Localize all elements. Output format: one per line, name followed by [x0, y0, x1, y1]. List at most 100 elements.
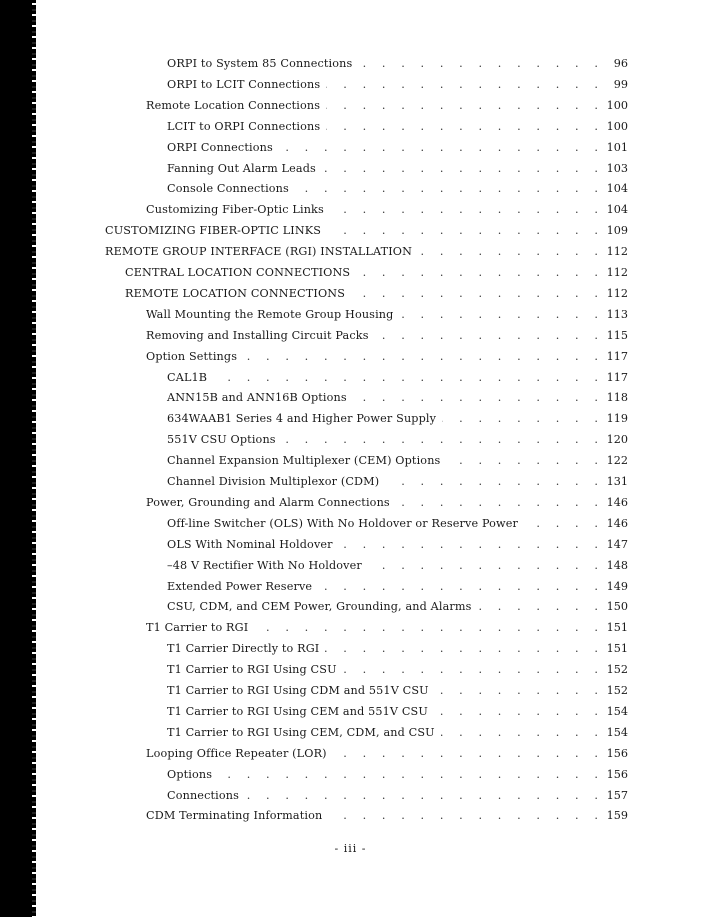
toc-entry[interactable]: LCIT to ORPI Connections . . . . . . . . …: [167, 117, 628, 137]
toc-entry-title: Power, Grounding and Alarm Connections: [146, 495, 390, 509]
toc-entry-page: 122: [606, 454, 628, 468]
toc-entry[interactable]: CENTRAL LOCATION CONNECTIONS . . . . . . …: [125, 263, 628, 283]
toc-entry-page: 157: [606, 788, 628, 802]
toc-entry-page: 113: [606, 307, 628, 321]
toc-entry[interactable]: Extended Power Reserve . . . . . . . . . …: [167, 577, 628, 597]
toc-entry[interactable]: ORPI to LCIT Connections . . . . . . . . …: [167, 75, 628, 95]
toc-leader-dots: . . . . . . . . . . . . . . . . . . . . …: [295, 182, 604, 196]
scan-border: [0, 0, 36, 917]
toc-entry[interactable]: CUSTOMIZING FIBER-OPTIC LINKS . . . . . .…: [105, 221, 628, 241]
toc-entry-page: 147: [606, 537, 628, 551]
toc-entry[interactable]: ORPI Connections . . . . . . . . . . . . …: [167, 138, 628, 158]
toc-leader-dots: . . . . . . . . . . . . . . . . . . . . …: [282, 433, 604, 447]
toc-entry[interactable]: Off-line Switcher (OLS) With No Holdover…: [167, 514, 628, 534]
toc-leader-dots: . . . . . . . . . . . . . . . . . . . . …: [326, 119, 604, 133]
toc-entry[interactable]: ORPI to System 85 Connections . . . . . .…: [167, 54, 628, 74]
toc-entry-page: 131: [606, 475, 628, 488]
toc-entry-title: Connections: [167, 788, 239, 802]
toc-entry[interactable]: T1 Carrier to RGI . . . . . . . . . . . .…: [146, 618, 628, 638]
toc-entry[interactable]: Channel Expansion Multiplexer (CEM) Opti…: [167, 451, 628, 471]
toc-leader-dots: . . . . . . . . . . . . . . . . . . . . …: [254, 621, 604, 635]
toc-entry-page: 100: [606, 98, 628, 112]
toc-leader-dots: . . . . . . . . . . . . . . . . . . . . …: [218, 767, 604, 781]
toc-entry-title: OLS With Nominal Holdover: [167, 537, 333, 551]
toc-entry-page: 118: [606, 391, 628, 405]
toc-entry-title: Option Settings: [146, 349, 238, 363]
toc-leader-dots: . . . . . . . . . . . . . . . . . . . . …: [435, 684, 604, 697]
toc-entry[interactable]: Removing and Installing Circuit Packs . .…: [146, 326, 628, 346]
toc-entry-title: Off-line Switcher (OLS) With No Holdover…: [167, 516, 519, 530]
toc-entry[interactable]: REMOTE GROUP INTERFACE (RGI) INSTALLATIO…: [105, 242, 628, 262]
toc-entry-page: 112: [606, 266, 628, 279]
toc-entry-title: T1 Carrier Directly to RGI: [167, 642, 320, 656]
toc-leader-dots: . . . . . . . . . . . . . . . . . . . . …: [524, 516, 604, 530]
toc-entry-page: 119: [606, 412, 628, 426]
toc-leader-dots: . . . . . . . . . . . . . . . . . . . . …: [368, 558, 604, 572]
toc-entry[interactable]: REMOTE LOCATION CONNECTIONS . . . . . . .…: [125, 284, 628, 304]
toc-entry-title: ORPI Connections: [167, 140, 273, 154]
toc-leader-dots: . . . . . . . . . . . . . . . . . . . . …: [326, 98, 604, 112]
toc-entry[interactable]: CSU, CDM, and CEM Power, Grounding, and …: [167, 597, 628, 617]
toc-entry[interactable]: Channel Division Multiplexor (CDM) . . . …: [167, 472, 628, 492]
toc-entry[interactable]: ANN15B and ANN16B Options . . . . . . . .…: [167, 388, 628, 408]
toc-entry[interactable]: Fanning Out Alarm Leads . . . . . . . . .…: [167, 159, 628, 179]
toc-entry[interactable]: Wall Mounting the Remote Group Housing . …: [146, 305, 628, 325]
toc-entry[interactable]: T1 Carrier Directly to RGI . . . . . . . …: [167, 639, 628, 659]
toc-entry[interactable]: T1 Carrier to RGI Using CDM and 551V CSU…: [167, 681, 628, 701]
toc-entry-page: 146: [606, 516, 628, 530]
toc-entry-title: Console Connections: [167, 182, 289, 196]
page-number: - iii -: [334, 842, 367, 855]
toc-entry-title: 551V CSU Options: [167, 433, 276, 447]
toc-leader-dots: . . . . . . . . . . . . . . . . . . . . …: [399, 307, 604, 321]
toc-entry-page: 96: [613, 57, 628, 70]
toc-entry-page: 117: [606, 349, 628, 363]
toc-entry[interactable]: Remote Location Connections . . . . . . .…: [146, 96, 628, 116]
toc-entry[interactable]: T1 Carrier to RGI Using CEM, CDM, and CS…: [167, 723, 628, 743]
toc-entry-title: Channel Division Multiplexor (CDM): [167, 475, 380, 488]
toc-entry[interactable]: Options . . . . . . . . . . . . . . . . .…: [167, 765, 628, 785]
toc-entry-title: T1 Carrier to RGI Using CSU: [167, 663, 337, 677]
toc-entry-title: ANN15B and ANN16B Options: [167, 391, 347, 405]
toc-entry[interactable]: Customizing Fiber-Optic Links . . . . . .…: [146, 200, 628, 220]
toc-entry-title: T1 Carrier to RGI Using CEM, CDM, and CS…: [167, 725, 435, 739]
toc-entry[interactable]: 634WAAB1 Series 4 and Higher Power Suppl…: [167, 409, 628, 429]
toc-entry-page: 148: [606, 558, 628, 572]
toc-entry[interactable]: Console Connections . . . . . . . . . . .…: [167, 179, 628, 199]
toc-entry[interactable]: OLS With Nominal Holdover . . . . . . . .…: [167, 535, 628, 555]
toc-leader-dots: . . . . . . . . . . . . . . . . . . . . …: [326, 77, 604, 91]
toc-leader-dots: . . . . . . . . . . . . . . . . . . . . …: [327, 224, 604, 238]
toc-entry-title: T1 Carrier to RGI: [146, 621, 249, 635]
toc-leader-dots: . . . . . . . . . . . . . . . . . . . . …: [385, 475, 604, 488]
toc-entry[interactable]: Connections . . . . . . . . . . . . . . .…: [167, 786, 628, 806]
toc-leader-dots: . . . . . . . . . . . . . . . . . . . . …: [440, 725, 604, 739]
toc-entry-title: LCIT to ORPI Connections: [167, 119, 321, 133]
toc-leader-dots: . . . . . . . . . . . . . . . . . . . . …: [325, 642, 604, 656]
toc-entry-title: Fanning Out Alarm Leads: [167, 161, 316, 175]
toc-entry[interactable]: 551V CSU Options . . . . . . . . . . . . …: [167, 430, 628, 450]
toc-entry[interactable]: T1 Carrier to RGI Using CSU . . . . . . .…: [167, 660, 628, 680]
toc-entry[interactable]: T1 Carrier to RGI Using CEM and 551V CSU…: [167, 702, 628, 722]
toc-entry-page: 115: [606, 328, 628, 342]
toc-leader-dots: . . . . . . . . . . . . . . . . . . . . …: [442, 412, 604, 426]
toc-entry-page: 152: [606, 663, 628, 677]
toc-entry[interactable]: –48 V Rectifier With No Holdover . . . . …: [167, 556, 628, 576]
toc-entry-page: 104: [606, 203, 628, 217]
toc-entry[interactable]: Looping Office Repeater (LOR) . . . . . .…: [146, 744, 628, 764]
toc-entry-title: ORPI to LCIT Connections: [167, 77, 321, 91]
toc-entry[interactable]: CDM Terminating Information . . . . . . .…: [146, 806, 628, 826]
toc-entry-title: Channel Expansion Multiplexer (CEM) Opti…: [167, 454, 441, 468]
toc-entry-title: Options: [167, 767, 213, 781]
toc-entry-page: 154: [606, 725, 628, 739]
toc-entry-page: 112: [606, 286, 628, 300]
toc-entry[interactable]: Option Settings . . . . . . . . . . . . .…: [146, 347, 628, 367]
toc-leader-dots: . . . . . . . . . . . . . . . . . . . . …: [245, 788, 604, 802]
toc-leader-dots: . . . . . . . . . . . . . . . . . . . . …: [343, 663, 604, 677]
toc-entry-page: 150: [606, 600, 628, 614]
toc-entry-title: T1 Carrier to RGI Using CDM and 551V CSU: [167, 684, 429, 697]
toc-entry-title: Extended Power Reserve: [167, 579, 313, 593]
toc-leader-dots: . . . . . . . . . . . . . . . . . . . . …: [328, 809, 604, 823]
toc-entry[interactable]: CAL1B . . . . . . . . . . . . . . . . . .…: [167, 368, 628, 388]
toc-entry[interactable]: Power, Grounding and Alarm Connections . …: [146, 493, 628, 513]
toc-entry-title: T1 Carrier to RGI Using CEM and 551V CSU: [167, 704, 428, 718]
toc-leader-dots: . . . . . . . . . . . . . . . . . . . . …: [358, 57, 604, 70]
